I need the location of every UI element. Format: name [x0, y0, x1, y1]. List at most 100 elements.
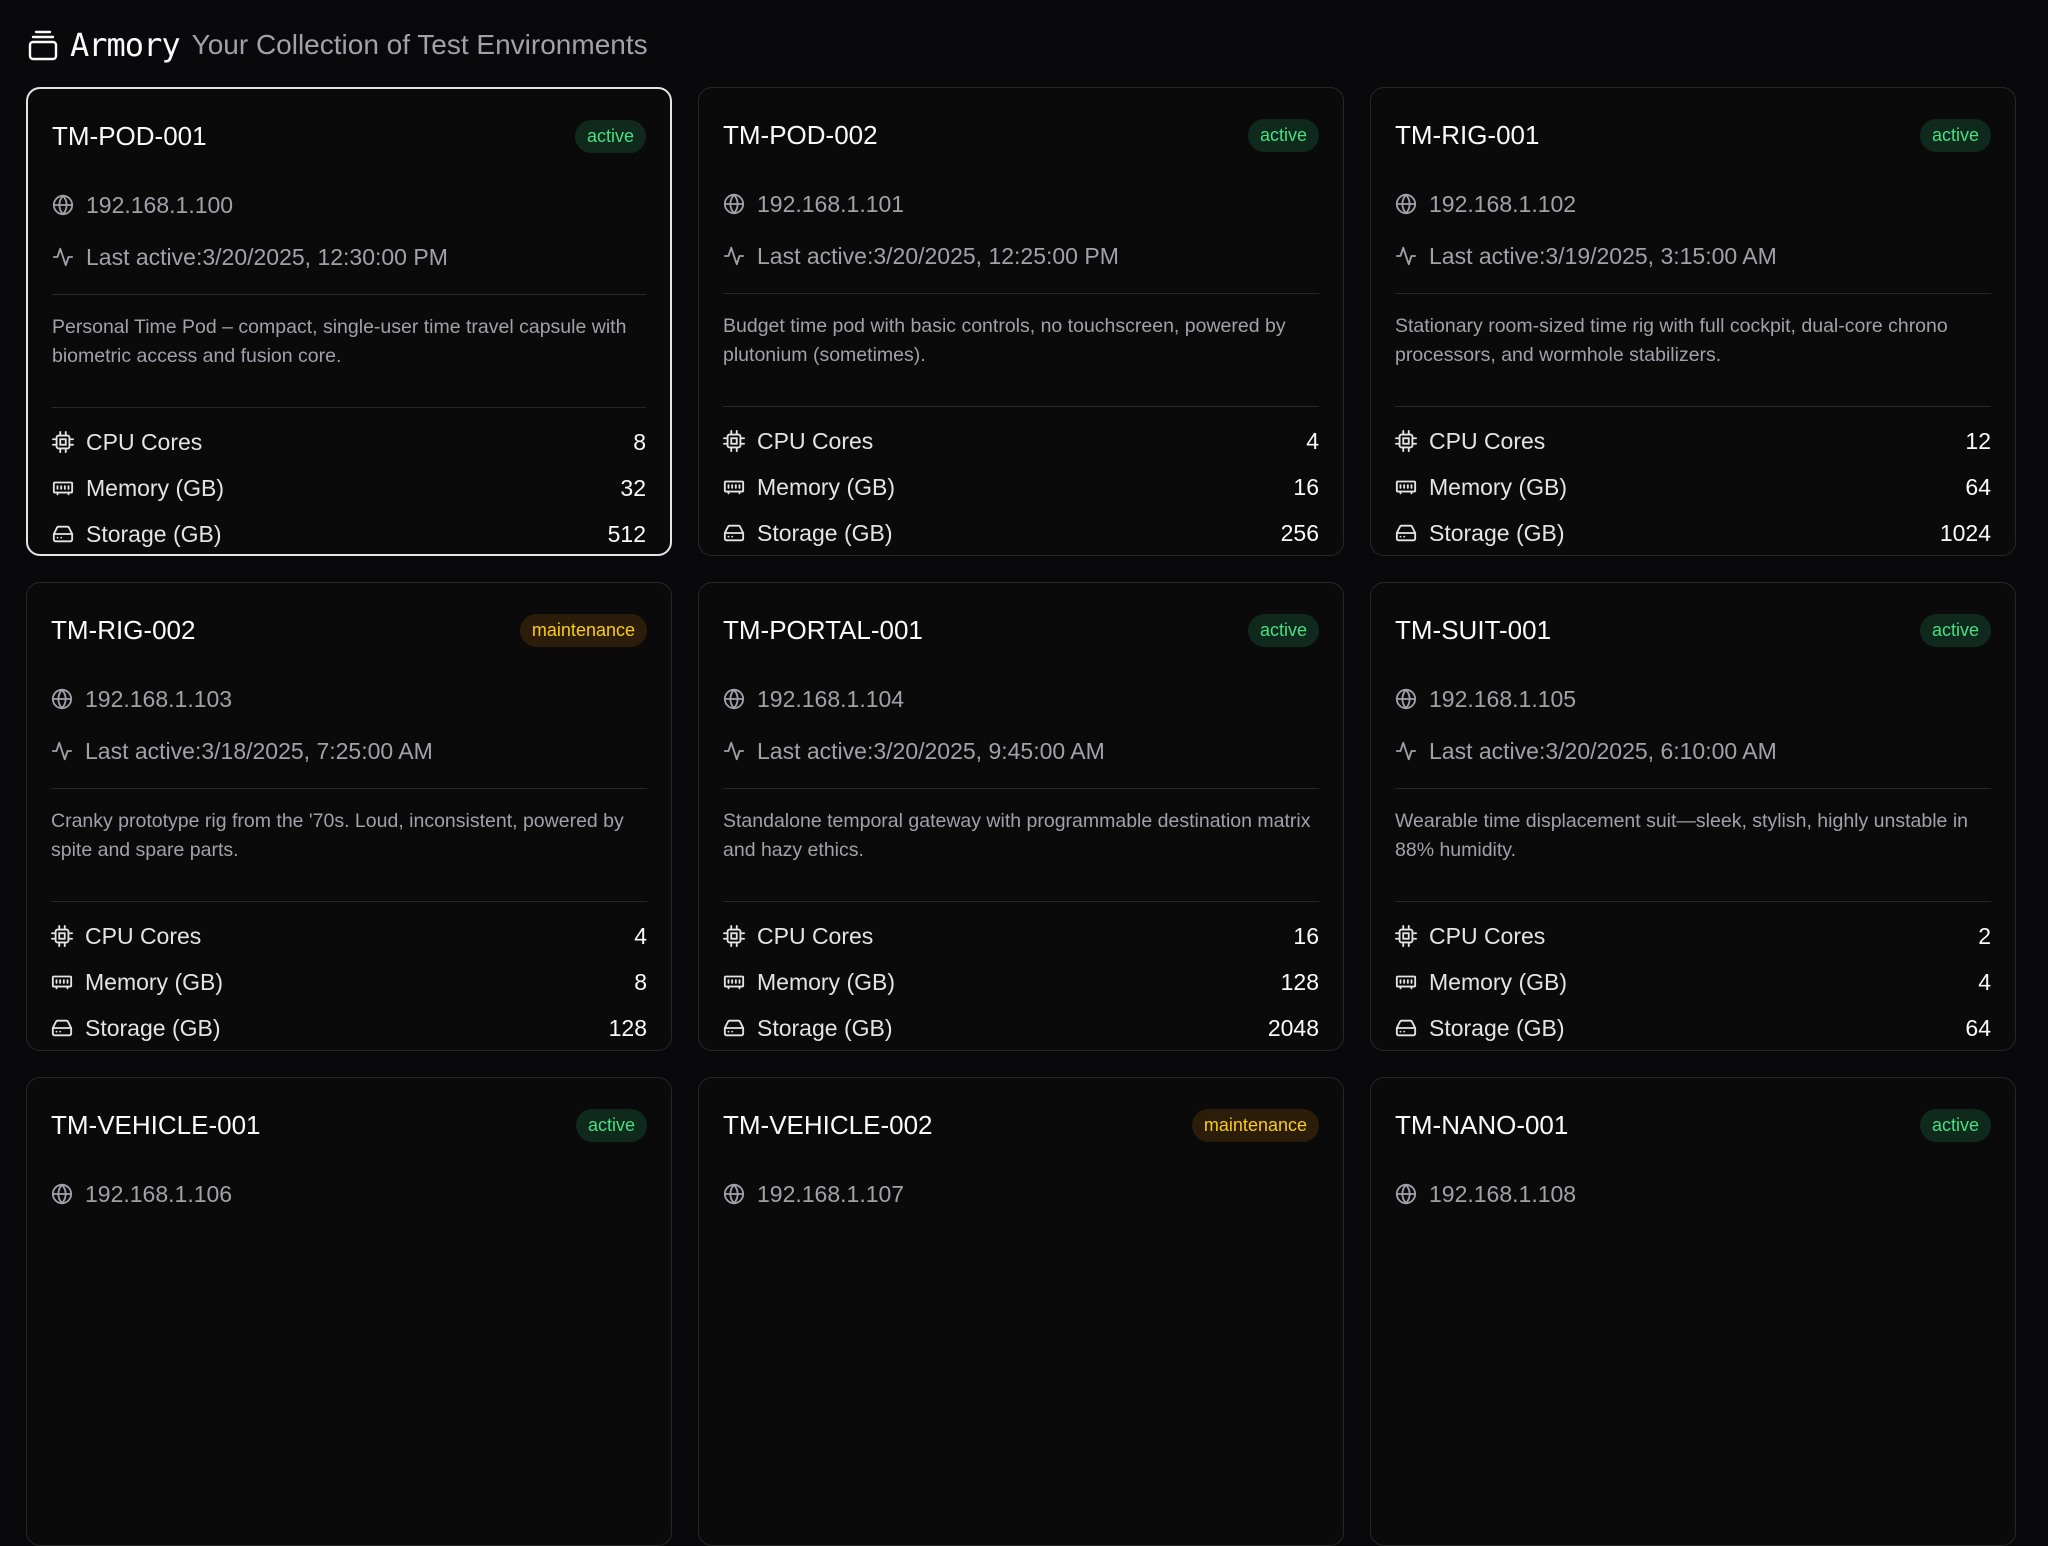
environment-card[interactable]: TM-POD-001 active 192.168.1.100 Last active… — [26, 87, 672, 556]
storage-gb-label: Storage (GB) — [757, 519, 893, 546]
spec-list: CPU Cores 8 Memory (GB) 32 Storage (GB) 512 — [52, 408, 646, 554]
environment-card[interactable]: TM-NANO-001 active 192.168.1.108 — [1370, 1077, 2016, 1546]
memory-gb-value: 16 — [1293, 473, 1319, 500]
cpu-icon — [1395, 430, 1417, 452]
environment-description: Personal Time Pod – compact, single-user… — [52, 316, 627, 367]
globe-icon — [52, 194, 74, 216]
activity-icon — [1395, 245, 1417, 267]
storage-gb-value: 512 — [607, 520, 646, 547]
ip-address: 192.168.1.102 — [1429, 190, 1577, 217]
globe-icon — [1395, 193, 1417, 215]
spec-list: CPU Cores 12 Memory (GB) 64 Storage (GB) 1024 — [1395, 407, 1991, 555]
activity-icon — [723, 740, 745, 762]
memory-gb-row: Memory (GB) 32 — [52, 465, 646, 511]
storage-gb-row: Storage (GB) 1024 — [1395, 510, 1991, 555]
ip-address-row: 192.168.1.102 — [1395, 178, 1991, 230]
stack-logo-icon — [28, 29, 58, 61]
cpu-icon — [723, 925, 745, 947]
status-badge: active — [1919, 613, 1991, 647]
environment-card[interactable]: TM-RIG-001 active 192.168.1.102 Last active… — [1370, 87, 2016, 556]
app-brand: Armory — [70, 25, 181, 64]
last-active-label: Last active: — [1429, 737, 1546, 764]
app-header: Armory Your Collection of Test Environme… — [0, 0, 2048, 87]
status-badge: active — [575, 1108, 647, 1142]
environment-card[interactable]: TM-POD-002 active 192.168.1.101 Last active… — [698, 87, 1344, 556]
cpu-icon — [52, 431, 74, 453]
memory-gb-label: Memory (GB) — [86, 474, 224, 501]
ip-address: 192.168.1.104 — [757, 685, 905, 712]
environment-description: Cranky prototype rig from the '70s. Loud… — [51, 810, 624, 861]
cpu-cores-label: CPU Cores — [86, 428, 203, 455]
globe-icon — [723, 193, 745, 215]
environment-name: TM-RIG-002 — [51, 614, 196, 645]
storage-gb-label: Storage (GB) — [85, 1014, 221, 1041]
storage-gb-label: Storage (GB) — [757, 1014, 893, 1041]
globe-icon — [723, 1183, 745, 1205]
environment-card[interactable]: TM-RIG-002 maintenance 192.168.1.103 Last a… — [26, 582, 672, 1051]
last-active-row: Last active: 3/20/2025, 6:10:00 AM — [1395, 725, 1991, 777]
cpu-cores-label: CPU Cores — [1429, 427, 1546, 454]
globe-icon — [51, 1183, 73, 1205]
card-header: TM-PORTAL-001 active — [723, 583, 1319, 673]
memory-icon — [51, 971, 73, 993]
storage-gb-row: Storage (GB) 2048 — [723, 1005, 1319, 1050]
cpu-icon — [723, 430, 745, 452]
hard-drive-icon — [51, 1017, 73, 1039]
memory-gb-row: Memory (GB) 128 — [723, 959, 1319, 1005]
memory-icon — [723, 476, 745, 498]
last-active-row: Last active: 3/20/2025, 12:30:00 PM — [52, 231, 646, 283]
memory-gb-value: 128 — [1280, 968, 1319, 995]
last-active-row: Last active: 3/20/2025, 9:45:00 AM — [723, 725, 1319, 777]
storage-gb-value: 256 — [1280, 519, 1319, 546]
last-active-value: 3/19/2025, 3:15:00 AM — [1545, 242, 1777, 269]
spec-list: CPU Cores 4 Memory (GB) 16 Storage (GB) 256 — [723, 407, 1319, 555]
storage-gb-row: Storage (GB) 128 — [51, 1005, 647, 1050]
last-active-label: Last active: — [86, 243, 203, 270]
storage-gb-value: 64 — [1965, 1014, 1991, 1041]
last-active-value: 3/18/2025, 7:25:00 AM — [201, 737, 433, 764]
cpu-icon — [51, 925, 73, 947]
environment-name: TM-SUIT-001 — [1395, 614, 1552, 645]
card-header: TM-POD-001 active — [52, 89, 646, 179]
last-active-value: 3/20/2025, 12:25:00 PM — [873, 242, 1119, 269]
card-header: TM-VEHICLE-001 active — [51, 1078, 647, 1168]
environment-card[interactable]: TM-VEHICLE-001 active 192.168.1.106 — [26, 1077, 672, 1546]
storage-gb-label: Storage (GB) — [1429, 1014, 1565, 1041]
cpu-icon — [1395, 925, 1417, 947]
storage-gb-value: 1024 — [1939, 519, 1991, 546]
cpu-cores-label: CPU Cores — [1429, 922, 1546, 949]
cpu-cores-value: 8 — [633, 428, 646, 455]
environment-description: Budget time pod with basic controls, no … — [723, 315, 1286, 366]
environment-name: TM-VEHICLE-001 — [51, 1109, 261, 1140]
activity-icon — [723, 245, 745, 267]
spec-list: CPU Cores 2 Memory (GB) 4 Storage (GB) 64 — [1395, 902, 1991, 1050]
cpu-cores-value: 4 — [1306, 427, 1319, 454]
cpu-cores-label: CPU Cores — [757, 427, 874, 454]
memory-icon — [1395, 476, 1417, 498]
environment-card[interactable]: TM-SUIT-001 active 192.168.1.105 Last activ… — [1370, 582, 2016, 1051]
cpu-cores-label: CPU Cores — [85, 922, 202, 949]
environment-card[interactable]: TM-PORTAL-001 active 192.168.1.104 Last act… — [698, 582, 1344, 1051]
last-active-row: Last active: 3/18/2025, 7:25:00 AM — [51, 725, 647, 777]
memory-icon — [52, 477, 74, 499]
environment-name: TM-PORTAL-001 — [723, 614, 923, 645]
memory-gb-label: Memory (GB) — [1429, 968, 1567, 995]
cpu-cores-row: CPU Cores 2 — [1395, 913, 1991, 959]
cpu-cores-row: CPU Cores 16 — [723, 913, 1319, 959]
cpu-cores-row: CPU Cores 8 — [52, 419, 646, 465]
hard-drive-icon — [723, 1017, 745, 1039]
ip-address-row: 192.168.1.107 — [723, 1168, 1319, 1220]
storage-gb-value: 2048 — [1267, 1014, 1319, 1041]
status-badge: maintenance — [519, 613, 647, 647]
storage-gb-row: Storage (GB) 64 — [1395, 1005, 1991, 1050]
status-badge: active — [1919, 118, 1991, 152]
environment-card[interactable]: TM-VEHICLE-002 maintenance 192.168.1.107 — [698, 1077, 1344, 1546]
memory-gb-value: 32 — [620, 474, 646, 501]
activity-icon — [1395, 740, 1417, 762]
ip-address-row: 192.168.1.108 — [1395, 1168, 1991, 1220]
memory-icon — [1395, 971, 1417, 993]
memory-gb-label: Memory (GB) — [85, 968, 223, 995]
last-active-value: 3/20/2025, 6:10:00 AM — [1545, 737, 1777, 764]
ip-address: 192.168.1.107 — [757, 1180, 905, 1207]
memory-gb-row: Memory (GB) 16 — [723, 464, 1319, 510]
